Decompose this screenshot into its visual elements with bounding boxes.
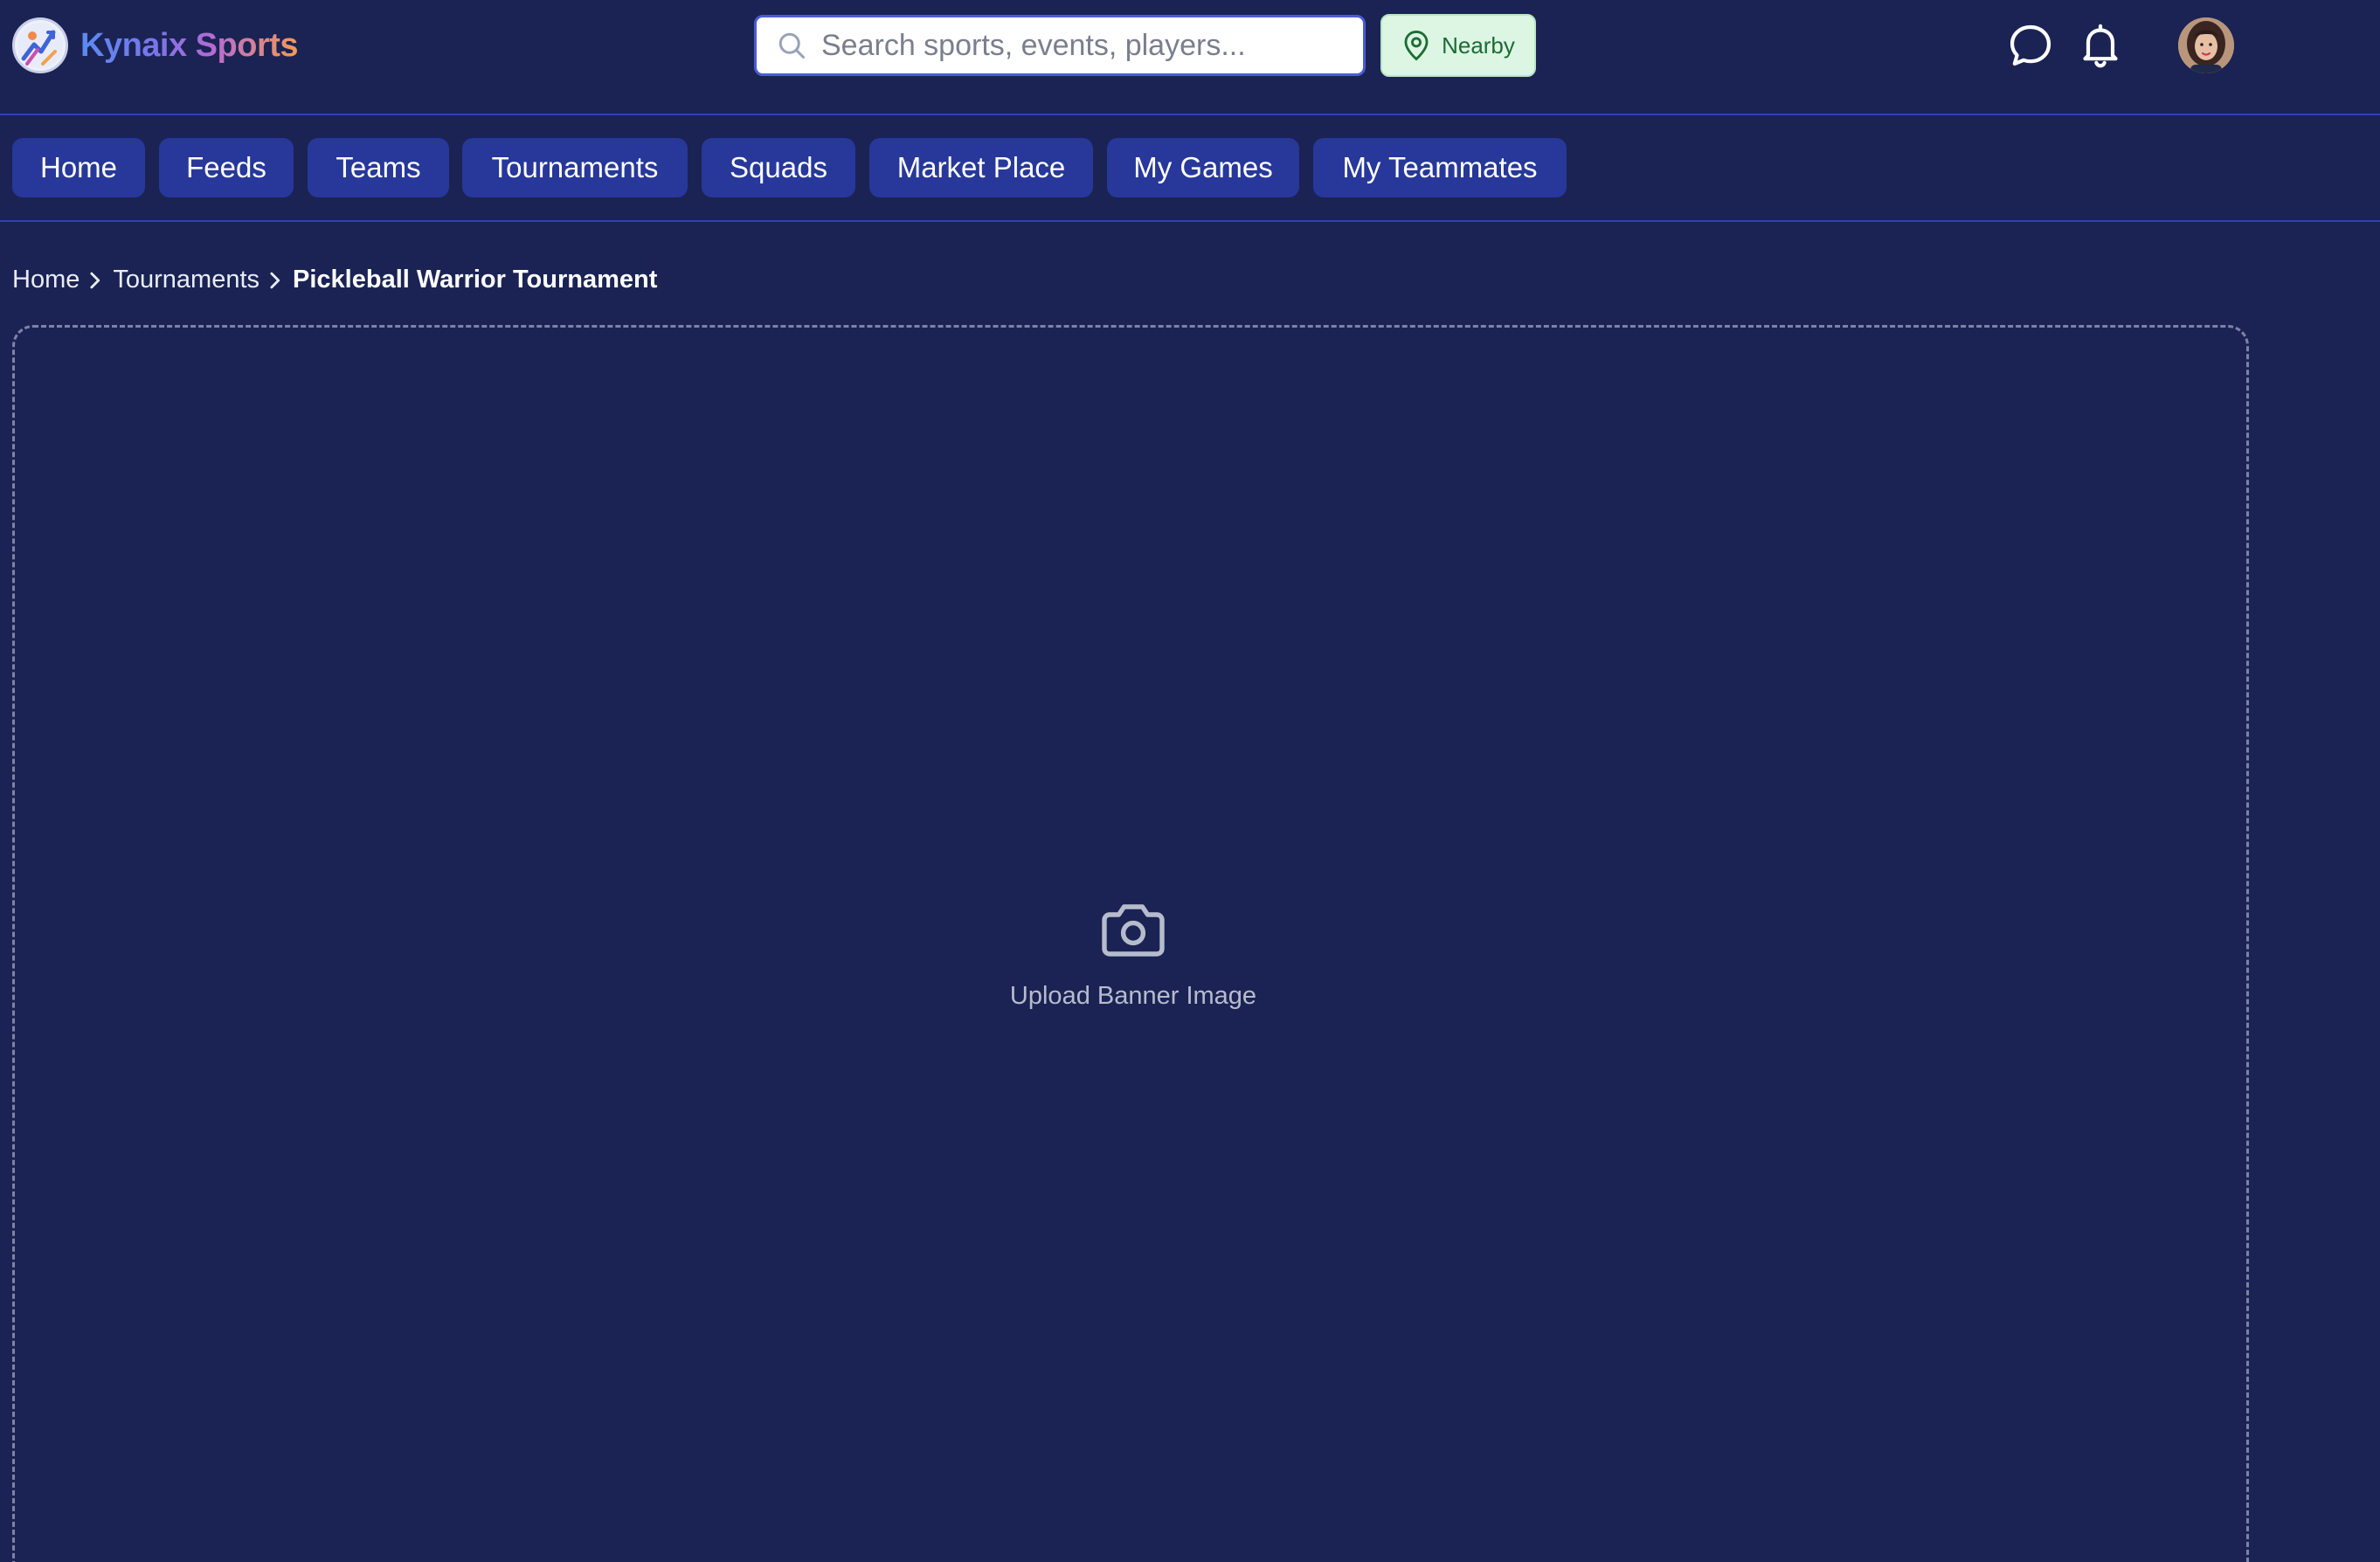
upload-banner-button[interactable]: Upload Banner Image (1007, 902, 1260, 1015)
avatar-image (2178, 17, 2234, 73)
nav-tournaments[interactable]: Tournaments (462, 138, 688, 197)
chat-bubble-icon[interactable] (2006, 21, 2055, 70)
chevron-right-icon (90, 272, 100, 288)
breadcrumb-home[interactable]: Home (12, 266, 80, 294)
nav-squads[interactable]: Squads (702, 138, 855, 197)
search-bar (754, 15, 1366, 76)
page: Kynaix Sports Nearby (0, 0, 2380, 1562)
brand-name: Kynaix Sports (80, 26, 299, 64)
camera-icon (1102, 904, 1165, 957)
nearby-button[interactable]: Nearby (1380, 14, 1536, 77)
bell-icon[interactable] (2076, 21, 2125, 70)
upload-banner-label: Upload Banner Image (1009, 982, 1257, 1010)
search-icon (778, 32, 805, 59)
search-input[interactable] (821, 28, 1346, 63)
breadcrumb-current: Pickleball Warrior Tournament (293, 266, 658, 294)
top-header: Kynaix Sports Nearby (0, 0, 2380, 115)
map-pin-icon (1404, 30, 1429, 61)
nearby-label: Nearby (1442, 31, 1515, 59)
user-avatar[interactable] (2178, 17, 2234, 73)
nav-feeds[interactable]: Feeds (159, 138, 294, 197)
nav-my-games[interactable]: My Games (1107, 138, 1299, 197)
logo-mark (12, 17, 68, 73)
nav-market-place[interactable]: Market Place (869, 138, 1093, 197)
nav-my-teammates[interactable]: My Teammates (1313, 138, 1567, 197)
main-nav: Home Feeds Teams Tournaments Squads Mark… (0, 117, 2380, 222)
breadcrumb-tournaments[interactable]: Tournaments (113, 266, 259, 294)
chevron-right-icon (270, 272, 280, 288)
nav-home[interactable]: Home (12, 138, 145, 197)
nav-teams[interactable]: Teams (308, 138, 449, 197)
breadcrumb: Home Tournaments Pickleball Warrior Tour… (12, 266, 657, 294)
brand-logo[interactable]: Kynaix Sports (12, 17, 299, 73)
